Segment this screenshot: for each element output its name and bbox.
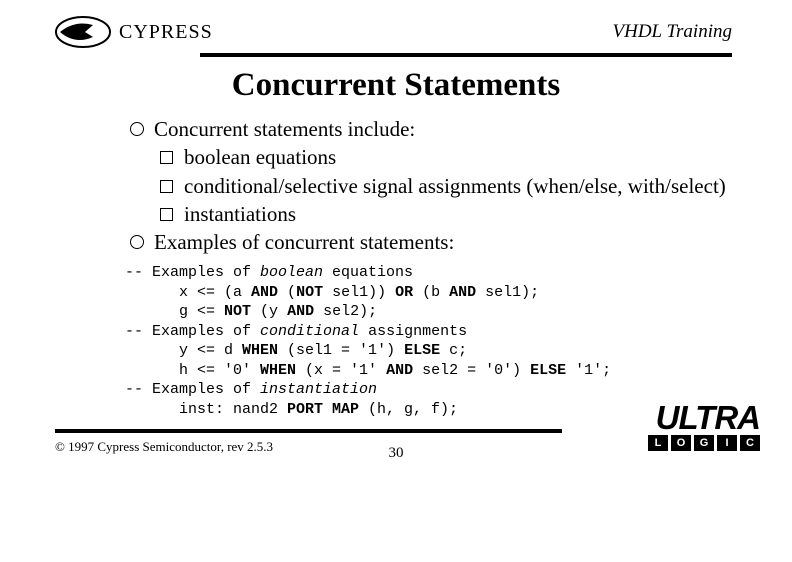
bullet-text: Examples of concurrent statements: bbox=[154, 229, 454, 255]
logic-letter: L bbox=[648, 435, 668, 451]
logic-boxes: L O G I C bbox=[648, 435, 760, 451]
square-bullet-icon bbox=[160, 208, 173, 221]
circle-bullet-icon bbox=[130, 122, 144, 136]
slide-footer: © 1997 Cypress Semiconductor, rev 2.5.3 … bbox=[0, 433, 792, 455]
brand-name: CYPRESS bbox=[119, 21, 213, 44]
logic-letter: C bbox=[740, 435, 760, 451]
circle-bullet-icon bbox=[130, 235, 144, 249]
page-number: 30 bbox=[389, 445, 404, 462]
header-subtitle: VHDL Training bbox=[613, 21, 733, 43]
slide-body: Concurrent statements include: boolean e… bbox=[0, 116, 792, 419]
slide-header: CYPRESS VHDL Training bbox=[0, 0, 792, 49]
bullet-text: boolean equations bbox=[184, 144, 336, 170]
bullet-level1: Examples of concurrent statements: bbox=[130, 229, 732, 255]
slide-title: Concurrent Statements bbox=[0, 67, 792, 104]
ultra-wordmark: ULTRA bbox=[648, 403, 760, 433]
square-bullet-icon bbox=[160, 151, 173, 164]
bullet-text: instantiations bbox=[184, 201, 296, 227]
bullet-level2: instantiations bbox=[160, 201, 732, 227]
bullet-level2: boolean equations bbox=[160, 144, 732, 170]
ultra-logo: ULTRA L O G I C bbox=[648, 403, 760, 451]
bullet-text: conditional/selective signal assignments… bbox=[184, 173, 726, 199]
header-divider bbox=[200, 53, 732, 57]
brand-logo: CYPRESS bbox=[55, 15, 213, 49]
code-example: -- Examples of boolean equations x <= (a… bbox=[125, 263, 732, 419]
logic-letter: I bbox=[717, 435, 737, 451]
copyright-text: © 1997 Cypress Semiconductor, rev 2.5.3 bbox=[55, 439, 273, 455]
bullet-level1: Concurrent statements include: bbox=[130, 116, 732, 142]
bullet-text: Concurrent statements include: bbox=[154, 116, 415, 142]
logic-letter: O bbox=[671, 435, 691, 451]
cypress-mark-icon bbox=[55, 15, 113, 49]
square-bullet-icon bbox=[160, 180, 173, 193]
logic-letter: G bbox=[694, 435, 714, 451]
bullet-level2: conditional/selective signal assignments… bbox=[160, 173, 732, 199]
